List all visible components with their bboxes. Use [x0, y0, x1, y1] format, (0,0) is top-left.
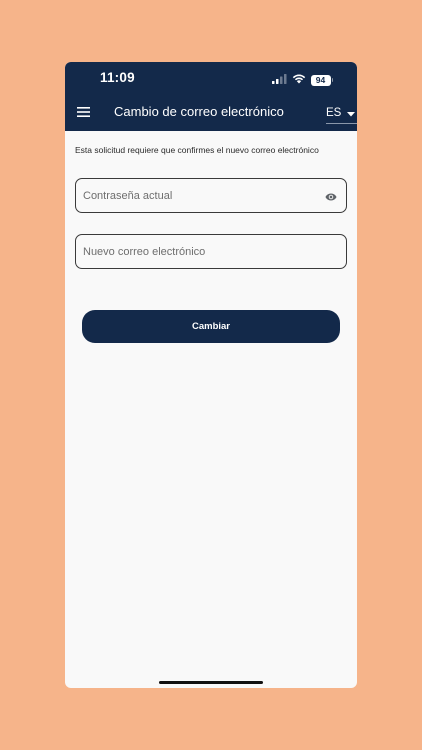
new-email-field[interactable] — [75, 234, 347, 269]
battery-level: 94 — [310, 74, 331, 86]
current-password-input[interactable] — [83, 189, 313, 202]
new-email-input[interactable] — [83, 245, 313, 258]
battery-icon: 94 — [310, 74, 333, 86]
battery-cap — [331, 78, 333, 82]
status-icons: 94 — [271, 71, 333, 89]
home-indicator — [159, 681, 263, 684]
confirmation-notice: Esta solicitud requiere que confirmes el… — [75, 145, 319, 155]
page-title: Cambio de correo electrónico — [114, 104, 284, 119]
caret-down-icon — [347, 104, 356, 122]
hamburger-menu-icon[interactable] — [77, 105, 91, 117]
app-header: 11:09 94 Cambio de correo electrónico ES — [65, 62, 357, 131]
status-time: 11:09 — [100, 70, 135, 85]
language-dropdown[interactable]: ES — [326, 102, 357, 124]
language-selected: ES — [326, 106, 342, 119]
eye-icon[interactable] — [325, 190, 337, 202]
current-password-field[interactable] — [75, 178, 347, 213]
wifi-icon — [292, 71, 306, 89]
phone-screen: 11:09 94 Cambio de correo electrónico ES… — [65, 62, 357, 688]
change-email-button[interactable]: Cambiar — [82, 310, 340, 343]
signal-icon — [271, 71, 287, 89]
